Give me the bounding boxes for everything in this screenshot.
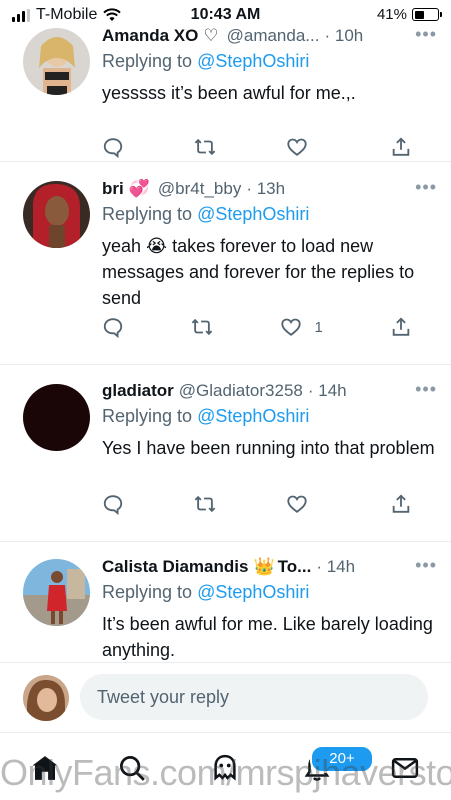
share-button[interactable] [390, 136, 412, 158]
avatar[interactable] [23, 559, 90, 626]
tweet[interactable]: Calista Diamandis 👑 To... · 14h ••• Repl… [0, 542, 451, 662]
reply-button[interactable] [102, 316, 124, 338]
tweet-header: Amanda XO ♡ @amanda... · 10h ••• [102, 24, 437, 48]
replying-prefix: Replying to [102, 204, 193, 224]
tab-home[interactable] [28, 751, 62, 785]
reply-icon [103, 138, 123, 158]
timestamp[interactable]: · 14h [316, 557, 355, 577]
share-button[interactable] [390, 316, 412, 338]
like-button[interactable] [286, 493, 320, 515]
handle[interactable]: @br4t_bby [158, 179, 241, 199]
mention-link[interactable]: @StephOshiri [197, 582, 309, 602]
replying-to: Replying to @StephOshiri [102, 582, 437, 603]
tweet-text: yeah 😭 takes forever to load new message… [102, 236, 415, 308]
name-badge: ♡ [203, 26, 219, 45]
retweet-icon [191, 318, 213, 336]
tweet-actions [102, 491, 412, 517]
more-icon[interactable]: ••• [415, 177, 437, 198]
reply-composer [0, 662, 451, 732]
avatar[interactable] [23, 28, 90, 95]
tweet-text: yesssss it’s been awful for me.,. [102, 83, 356, 103]
more-icon[interactable]: ••• [415, 555, 437, 576]
mention-link[interactable]: @StephOshiri [197, 51, 309, 71]
replying-prefix: Replying to [102, 406, 193, 426]
replying-to: Replying to @StephOshiri [102, 406, 437, 427]
replying-prefix: Replying to [102, 51, 193, 71]
reply-feed[interactable]: Amanda XO ♡ @amanda... · 10h ••• Replyin… [0, 18, 451, 662]
mail-icon [391, 758, 419, 778]
heart-icon [287, 495, 307, 513]
like-count: 1 [314, 318, 323, 336]
search-icon [120, 756, 145, 781]
tweet-text: Yes I have been running into that proble… [102, 438, 435, 458]
avatar[interactable] [23, 384, 90, 451]
replying-to: Replying to @StephOshiri [102, 204, 437, 225]
reply-icon [103, 318, 123, 338]
retweet-button[interactable] [194, 136, 216, 158]
tweet-text: It’s been awful for me. Like barely load… [102, 614, 433, 660]
replying-to: Replying to @StephOshiri [102, 51, 437, 72]
share-icon [392, 137, 410, 156]
handle[interactable]: @amanda... [227, 26, 320, 46]
heart-icon [281, 318, 302, 336]
retweet-button[interactable] [194, 493, 216, 515]
mention-link[interactable]: @StephOshiri [197, 406, 309, 426]
reply-button[interactable] [102, 136, 124, 158]
name-badge: 👑 [253, 557, 275, 576]
tweet-actions: 1 [102, 314, 412, 340]
heart-icon [287, 138, 307, 156]
display-name[interactable]: Amanda XO [102, 26, 198, 46]
tab-search[interactable] [115, 751, 149, 785]
tweet[interactable]: Amanda XO ♡ @amanda... · 10h ••• Replyin… [0, 18, 451, 162]
reply-button[interactable] [102, 493, 124, 515]
tab-spaces[interactable] [208, 751, 242, 785]
spaces-icon [214, 754, 236, 781]
mention-link[interactable]: @StephOshiri [197, 204, 309, 224]
tweet-header: gladiator @Gladiator3258 · 14h ••• [102, 379, 437, 403]
replying-prefix: Replying to [102, 582, 193, 602]
retweet-button[interactable] [191, 316, 213, 338]
timestamp[interactable]: · 14h [308, 381, 347, 401]
avatar[interactable] [23, 181, 90, 248]
more-icon[interactable]: ••• [415, 24, 437, 45]
name-badge: 💞 [128, 179, 150, 198]
tweet[interactable]: bri 💞 @br4t_bby · 13h ••• Replying to @S… [0, 162, 451, 365]
display-name-truncated[interactable]: To... [278, 557, 312, 577]
share-button[interactable] [390, 493, 412, 515]
display-name[interactable]: gladiator [102, 381, 174, 401]
tab-bar: 20+ [0, 732, 451, 800]
tweet-header: Calista Diamandis 👑 To... · 14h ••• [102, 555, 437, 579]
handle[interactable]: @Gladiator3258 [179, 381, 303, 401]
reply-input[interactable] [80, 674, 428, 720]
home-icon [32, 756, 58, 780]
display-name[interactable]: bri [102, 179, 124, 199]
retweet-icon [194, 495, 216, 513]
more-icon[interactable]: ••• [415, 379, 437, 400]
share-icon [392, 494, 410, 513]
notifications-badge: 20+ [310, 745, 374, 773]
display-name[interactable]: Calista Diamandis [102, 557, 248, 577]
timestamp[interactable]: · 13h [246, 179, 285, 199]
tweet[interactable]: gladiator @Gladiator3258 · 14h ••• Reply… [0, 365, 451, 542]
timestamp[interactable]: · 10h [324, 26, 363, 46]
tweet-header: bri 💞 @br4t_bby · 13h ••• [102, 177, 437, 201]
reply-icon [103, 495, 123, 515]
like-button[interactable] [286, 136, 320, 158]
retweet-icon [194, 138, 216, 156]
avatar[interactable] [23, 675, 69, 721]
share-icon [392, 317, 410, 336]
tweet-actions [102, 134, 412, 160]
like-button[interactable]: 1 [280, 316, 323, 338]
tab-messages[interactable] [388, 751, 422, 785]
